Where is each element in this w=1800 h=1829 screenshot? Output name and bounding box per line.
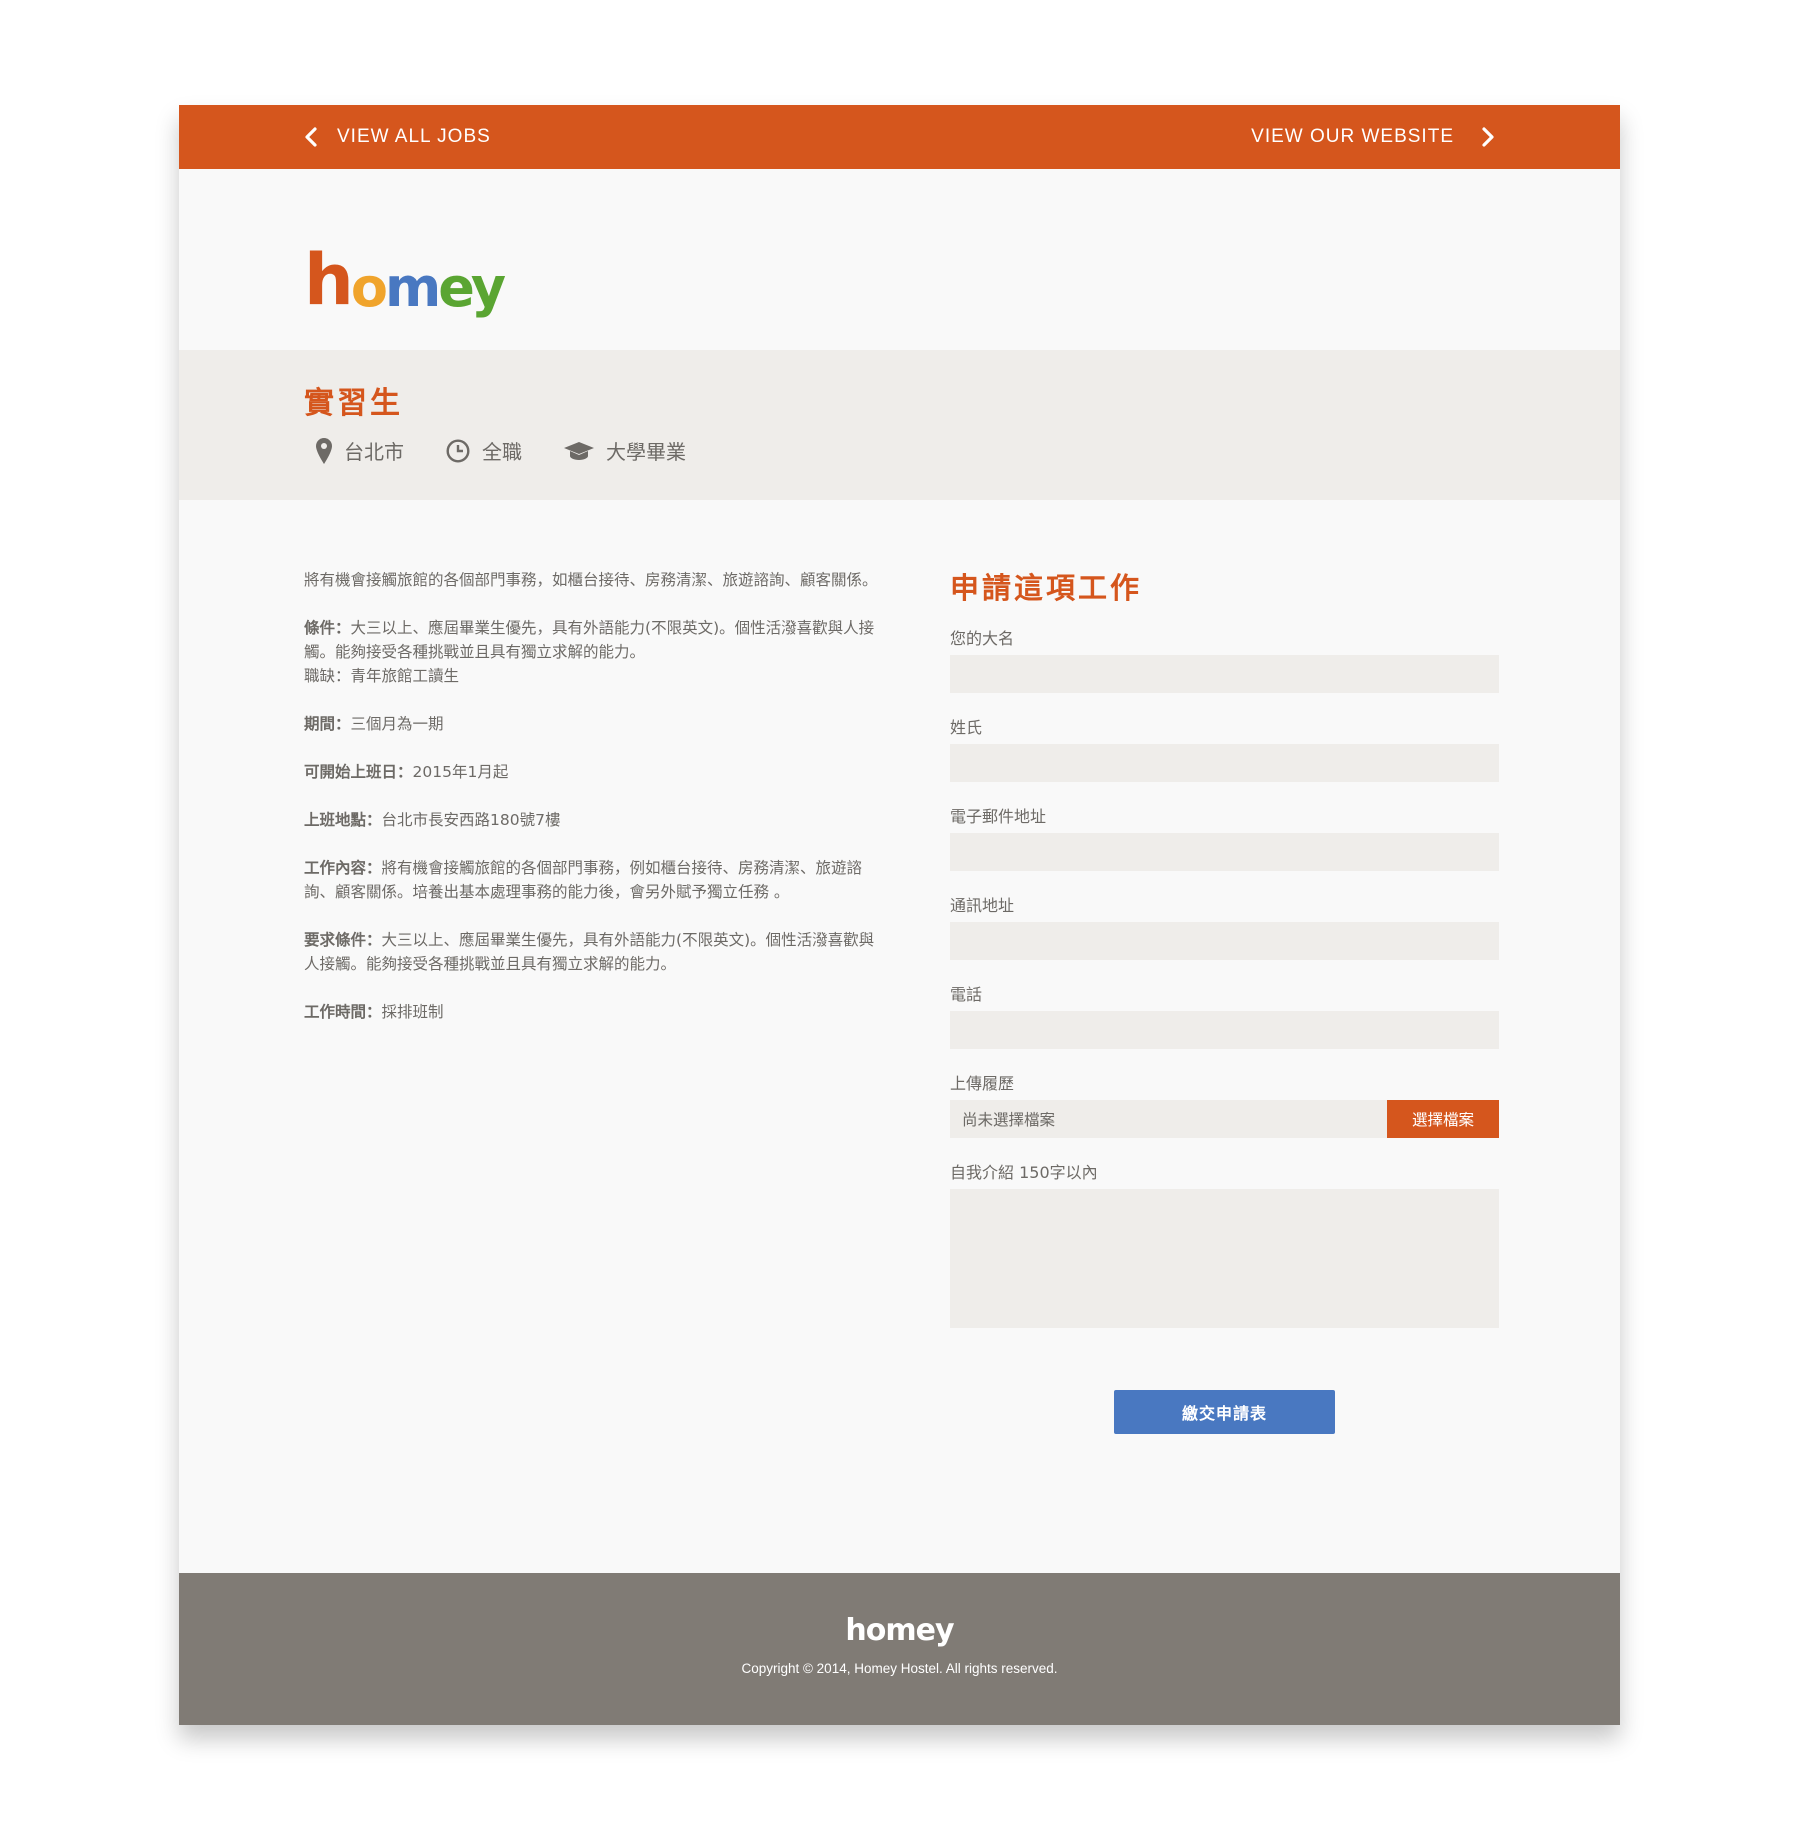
submit-button[interactable]: 繳交申請表 [1114,1390,1335,1434]
desc-conditions: 條件：大三以上、應屆畢業生優先，具有外語能力(不限英文)。個性活潑喜歡與人接觸。… [304,616,884,688]
email-label: 電子郵件地址 [950,807,1047,826]
first-name-input[interactable] [950,655,1499,693]
last-name-input[interactable] [950,744,1499,782]
copyright-text: Copyright © 2014, Homey Hostel. All righ… [741,1661,1058,1676]
graduation-cap-icon [564,441,594,460]
job-title: 實習生 [304,386,403,421]
job-location: 台北市 [316,436,404,465]
job-type: 全職 [446,436,522,465]
chevron-right-icon [1482,127,1494,147]
email-input[interactable] [950,833,1499,871]
desc-content-text: 將有機會接觸旅館的各個部門事務，例如櫃台接待、房務清潔、旅遊諮詢、顧客關係。培養… [304,859,863,901]
resume-label: 上傳履歷 [950,1074,1015,1093]
desc-vacancy-label: 職缺： [304,667,351,685]
resume-file-status: 尚未選擇檔案 [950,1100,1387,1138]
desc-requirements-text: 大三以上、應屆畢業生優先，具有外語能力(不限英文)。個性活潑喜歡與人接觸。能夠接… [304,931,875,973]
logo-letter-y: y [470,256,507,319]
desc-intro: 將有機會接觸旅館的各個部門事務，如櫃台接待、房務清潔、旅遊諮詢、顧客關係。 [304,571,878,589]
desc-period: 期間：三個月為一期 [304,712,884,736]
view-website-label: VIEW OUR WEBSITE [1251,126,1454,147]
page-card: VIEW ALL JOBS VIEW OUR WEBSITE h o m e y… [179,105,1620,1725]
clock-icon [446,438,470,463]
job-education: 大學畢業 [564,436,686,465]
chevron-left-icon [305,127,317,147]
view-all-jobs-link[interactable]: VIEW ALL JOBS [301,105,491,169]
footer: homey Copyright © 2014, Homey Hostel. Al… [179,1573,1620,1725]
choose-file-button[interactable]: 選擇檔案 [1387,1100,1499,1138]
job-education-text: 大學畢業 [606,440,686,464]
logo-letter-h: h [304,239,354,321]
address-input[interactable] [950,922,1499,960]
first-name-label: 您的大名 [950,629,1015,648]
desc-place: 上班地點：台北市長安西路180號7樓 [304,808,884,832]
phone-label: 電話 [950,985,983,1004]
job-location-text: 台北市 [344,440,404,464]
desc-start: 可開始上班日：2015年1月起 [304,760,884,784]
desc-conditions-text: 大三以上、應屆畢業生優先，具有外語能力(不限英文)。個性活潑喜歡與人接觸。能夠接… [304,619,875,661]
desc-period-label: 期間： [304,715,351,733]
desc-place-text: 台北市長安西路180號7樓 [381,811,561,829]
homey-logo[interactable]: h o m e y [304,245,506,315]
resume-upload[interactable]: 尚未選擇檔案 選擇檔案 [950,1100,1499,1138]
desc-content-label: 工作內容： [304,859,382,877]
desc-start-text: 2015年1月起 [412,763,509,781]
logo-letter-m: m [384,256,441,319]
desc-conditions-label: 條件： [304,619,351,637]
desc-content: 工作內容：將有機會接觸旅館的各個部門事務，例如櫃台接待、房務清潔、旅遊諮詢、顧客… [304,856,884,904]
job-meta: 台北市 全職 大學畢業 [316,436,728,465]
intro-label: 自我介紹 150字以內 [950,1163,1098,1182]
job-description: 將有機會接觸旅館的各個部門事務，如櫃台接待、房務清潔、旅遊諮詢、顧客關係。 條件… [304,568,884,1048]
desc-vacancy-text: 青年旅館工讀生 [350,667,460,685]
view-all-jobs-label: VIEW ALL JOBS [337,126,491,147]
desc-requirements: 要求條件：大三以上、應屆畢業生優先，具有外語能力(不限英文)。個性活潑喜歡與人接… [304,928,884,976]
desc-place-label: 上班地點： [304,811,382,829]
desc-hours: 工作時間：採排班制 [304,1000,884,1024]
logo-letter-o: o [350,256,388,319]
view-website-link[interactable]: VIEW OUR WEBSITE [1251,105,1498,169]
desc-requirements-label: 要求條件： [304,931,382,949]
top-nav-bar: VIEW ALL JOBS VIEW OUR WEBSITE [179,105,1620,169]
desc-hours-label: 工作時間： [304,1003,382,1021]
job-header: 實習生 台北市 全職 大學畢業 [179,350,1620,500]
form-title: 申請這項工作 [950,571,1143,605]
last-name-label: 姓氏 [950,718,983,737]
phone-input[interactable] [950,1011,1499,1049]
intro-textarea[interactable] [950,1189,1499,1328]
job-type-text: 全職 [482,440,522,464]
map-pin-icon [316,437,332,464]
desc-period-text: 三個月為一期 [350,715,444,733]
application-form: 申請這項工作 您的大名 姓氏 電子郵件地址 通訊地址 電話 上傳履歷 尚未選擇檔… [950,565,1499,1328]
address-label: 通訊地址 [950,896,1015,915]
logo-letter-e: e [438,256,475,319]
footer-logo: homey [845,1613,954,1648]
desc-hours-text: 採排班制 [381,1003,444,1021]
desc-start-label: 可開始上班日： [304,763,413,781]
